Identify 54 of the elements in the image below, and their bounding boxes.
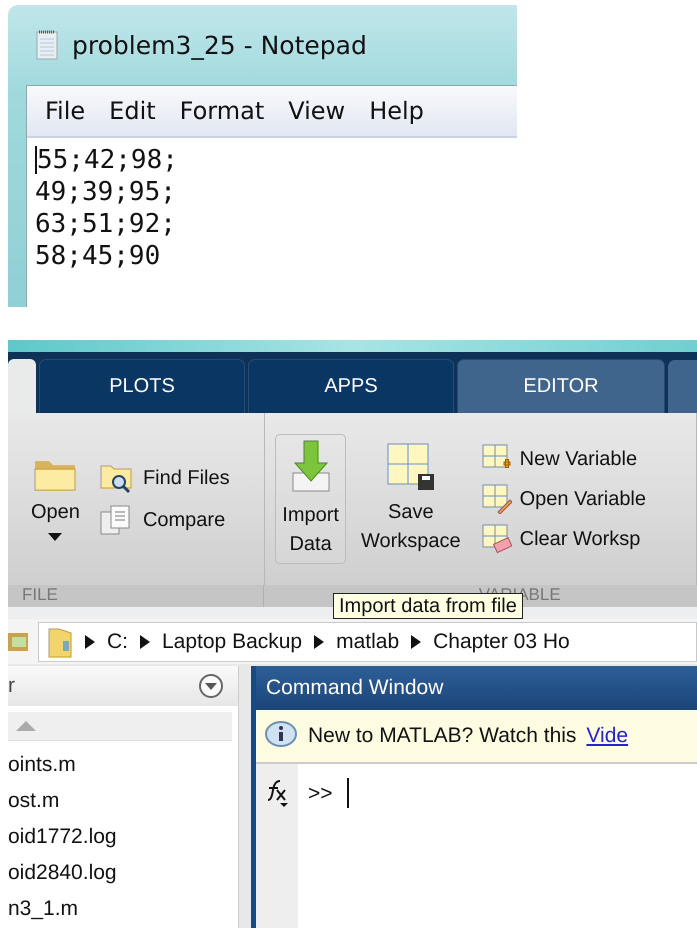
menu-item[interactable]: File: [37, 97, 102, 125]
new-variable-button[interactable]: New Variable: [482, 444, 646, 474]
tab[interactable]: PLOTS: [39, 359, 245, 413]
breadcrumb-item[interactable]: Laptop Backup: [162, 630, 302, 654]
menu-item[interactable]: Help: [361, 97, 440, 125]
notice-text: New to MATLAB? Watch this: [308, 724, 576, 748]
text-line: 63;51;92;: [35, 208, 176, 240]
grid-pencil-icon: [482, 484, 512, 514]
panel-title: r: [8, 674, 15, 698]
sort-icon: [16, 721, 36, 731]
tab[interactable]: EDITOR: [457, 359, 665, 413]
menu-item[interactable]: Format: [172, 97, 280, 125]
text-line: 55;42;98;: [37, 144, 178, 176]
chevron-icon: [85, 634, 95, 648]
eraser-icon: [482, 524, 512, 554]
compare-button[interactable]: Compare: [98, 504, 230, 536]
file-name[interactable]: ost.m: [8, 783, 238, 819]
dropdown-icon[interactable]: [198, 673, 224, 699]
file-name[interactable]: oid2840.log: [8, 855, 238, 891]
file-name[interactable]: n3_1.m: [8, 891, 238, 927]
file-name[interactable]: oints.m: [8, 747, 238, 783]
notepad-icon: [36, 30, 58, 60]
text-line: 49;39;95;: [35, 176, 176, 208]
address-bar[interactable]: C: Laptop Backup matlab Chapter 03 Ho: [38, 622, 697, 662]
panel-title: Command Window: [266, 676, 444, 700]
open-button[interactable]: Open: [24, 452, 87, 546]
file-name[interactable]: oid1772.log: [8, 819, 238, 855]
prompt: >>: [308, 782, 333, 806]
breadcrumb-item[interactable]: C:: [107, 630, 128, 654]
breadcrumb-item[interactable]: matlab: [336, 630, 400, 654]
text-area[interactable]: 55;42;98; 49;39;95; 63;51;92; 58;45;90: [27, 138, 517, 272]
import-data-button[interactable]: Import Data: [275, 434, 346, 564]
video-link[interactable]: Vide: [586, 724, 628, 748]
menu-item[interactable]: View: [280, 97, 362, 125]
caret-icon: [48, 533, 62, 542]
tab[interactable]: [668, 360, 697, 413]
text-cursor: [346, 778, 349, 808]
grid-save-icon: [386, 442, 436, 492]
breadcrumb-item[interactable]: Chapter 03 Ho: [433, 630, 570, 654]
window-title: problem3_25 - Notepad: [72, 30, 367, 60]
chevron-icon: [411, 634, 422, 648]
section-label: FILE: [8, 585, 264, 607]
open-variable-button[interactable]: Open Variable: [482, 484, 646, 514]
clear-workspace-button[interactable]: Clear Worksp: [482, 524, 646, 554]
tab[interactable]: [8, 359, 36, 413]
tab[interactable]: APPS: [248, 359, 454, 413]
chevron-icon: [314, 634, 324, 648]
menu-item[interactable]: Edit: [101, 97, 172, 125]
chevron-icon: [140, 634, 150, 648]
find-files-button[interactable]: Find Files: [98, 462, 230, 494]
text-line: 58;45;90: [35, 240, 160, 272]
text-cursor: [35, 146, 37, 174]
save-workspace-button[interactable]: Save Workspace: [354, 437, 468, 561]
column-header[interactable]: [8, 712, 232, 741]
